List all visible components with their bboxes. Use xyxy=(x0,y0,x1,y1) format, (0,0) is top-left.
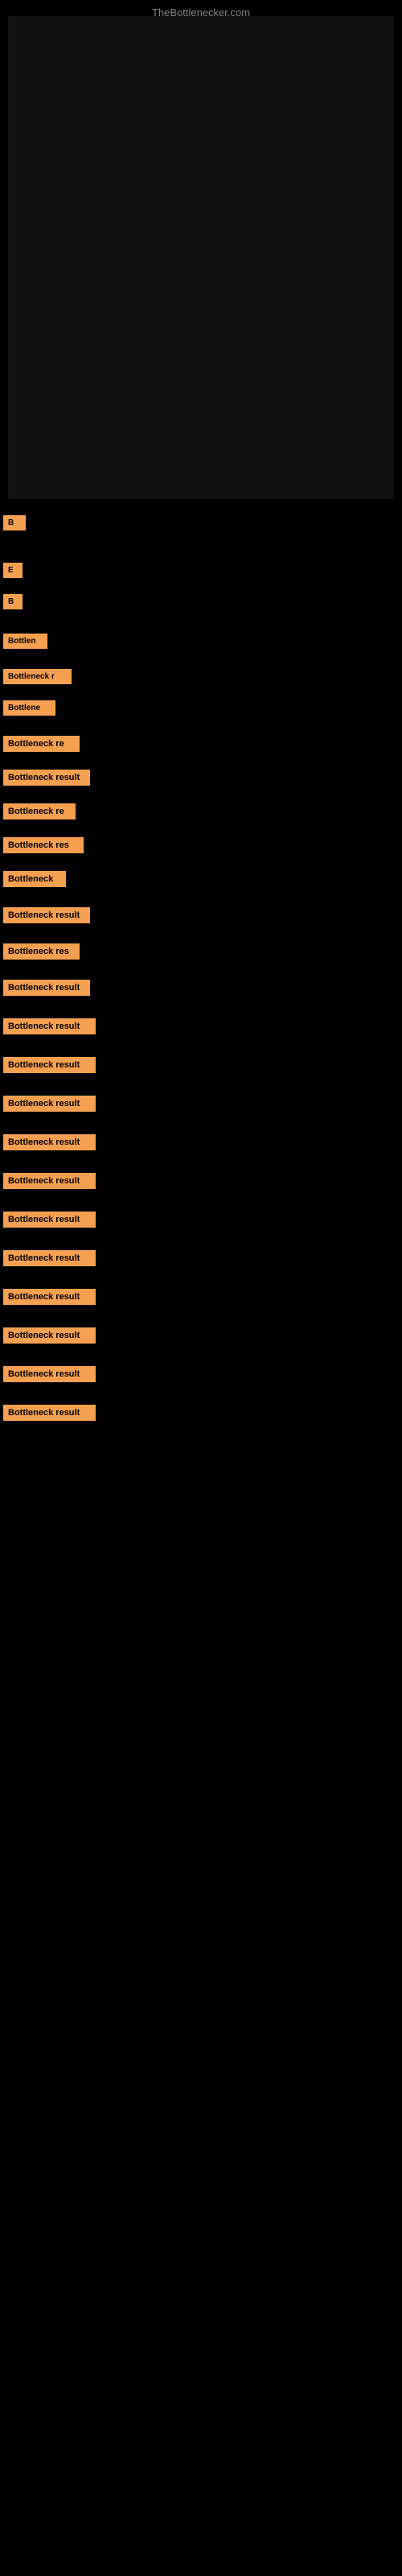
result-item-3: Bottlen xyxy=(0,634,402,649)
result-item-21: Bottleneck result xyxy=(0,1289,402,1305)
result-item-17: Bottleneck result xyxy=(0,1134,402,1150)
result-label-11: Bottleneck result xyxy=(3,907,90,923)
result-label-13: Bottleneck result xyxy=(3,980,90,996)
result-item-0: B xyxy=(0,515,402,530)
result-label-10: Bottleneck xyxy=(3,871,66,887)
result-label-1: E xyxy=(3,563,23,578)
result-item-24: Bottleneck result xyxy=(0,1405,402,1421)
result-label-5: Bottlene xyxy=(3,700,55,716)
result-item-13: Bottleneck result xyxy=(0,980,402,996)
result-label-19: Bottleneck result xyxy=(3,1212,96,1228)
result-item-4: Bottleneck r xyxy=(0,669,402,684)
result-item-14: Bottleneck result xyxy=(0,1018,402,1034)
result-label-0: B xyxy=(3,515,26,530)
result-item-11: Bottleneck result xyxy=(0,907,402,923)
result-label-18: Bottleneck result xyxy=(3,1173,96,1189)
result-label-22: Bottleneck result xyxy=(3,1327,96,1344)
result-item-22: Bottleneck result xyxy=(0,1327,402,1344)
result-item-1: E xyxy=(0,563,402,578)
result-label-6: Bottleneck re xyxy=(3,736,80,752)
result-label-17: Bottleneck result xyxy=(3,1134,96,1150)
result-item-7: Bottleneck result xyxy=(0,770,402,786)
result-item-19: Bottleneck result xyxy=(0,1212,402,1228)
result-label-16: Bottleneck result xyxy=(3,1096,96,1112)
result-label-3: Bottlen xyxy=(3,634,47,649)
result-item-12: Bottleneck res xyxy=(0,943,402,960)
result-label-4: Bottleneck r xyxy=(3,669,72,684)
result-label-15: Bottleneck result xyxy=(3,1057,96,1073)
result-item-20: Bottleneck result xyxy=(0,1250,402,1266)
result-item-2: B xyxy=(0,594,402,609)
results-section: B E B Bottlen Bottleneck r Bottlene Bottleneck… xyxy=(0,515,402,1427)
result-item-9: Bottleneck res xyxy=(0,837,402,853)
result-item-23: Bottleneck result xyxy=(0,1366,402,1382)
result-label-12: Bottleneck res xyxy=(3,943,80,960)
result-item-5: Bottlene xyxy=(0,700,402,716)
result-label-20: Bottleneck result xyxy=(3,1250,96,1266)
result-label-8: Bottleneck re xyxy=(3,803,76,819)
result-item-15: Bottleneck result xyxy=(0,1057,402,1073)
result-label-14: Bottleneck result xyxy=(3,1018,96,1034)
result-item-10: Bottleneck xyxy=(0,871,402,887)
result-label-7: Bottleneck result xyxy=(3,770,90,786)
result-item-18: Bottleneck result xyxy=(0,1173,402,1189)
result-label-2: B xyxy=(3,594,23,609)
result-label-23: Bottleneck result xyxy=(3,1366,96,1382)
result-item-16: Bottleneck result xyxy=(0,1096,402,1112)
result-item-8: Bottleneck re xyxy=(0,803,402,819)
result-item-6: Bottleneck re xyxy=(0,736,402,752)
chart-area xyxy=(8,16,394,499)
result-label-21: Bottleneck result xyxy=(3,1289,96,1305)
result-label-9: Bottleneck res xyxy=(3,837,84,853)
result-label-24: Bottleneck result xyxy=(3,1405,96,1421)
